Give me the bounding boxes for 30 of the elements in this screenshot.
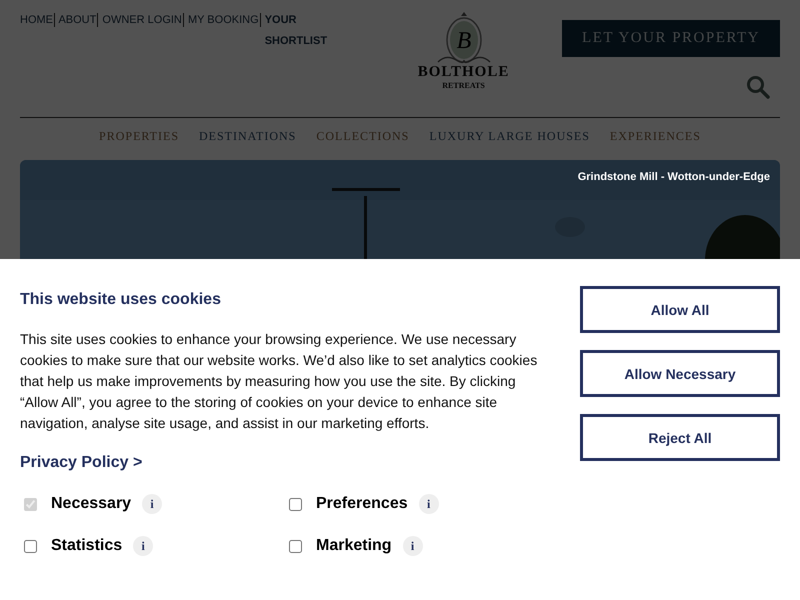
main-nav-link[interactable]: COLLECTIONS — [316, 129, 410, 144]
category-checkbox[interactable] — [289, 498, 302, 510]
category-checkbox[interactable] — [289, 540, 302, 552]
top-nav-link[interactable]: ABOUT — [58, 14, 96, 26]
top-nav-link[interactable]: MY BOOKING — [188, 14, 259, 26]
cookie-text: This site uses cookies to enhance your browsing experience. We use necessary cookies to make sure that our website works. We’d also like to set analytics cookies that help us make improvements by measuring how you use the site. By clicking “Allow All”, you agree to the storing of cookies on your device to enhance site navigation, analyse site usage, and assist in our marketing efforts. — [20, 330, 538, 433]
privacy-policy-link[interactable]: Privacy Policy > — [20, 454, 142, 472]
main-nav-link[interactable]: LUXURY LARGE HOUSES — [429, 129, 590, 144]
consent-button[interactable]: Allow Necessary — [580, 350, 780, 397]
info-icon[interactable]: i — [402, 536, 423, 556]
consent-button[interactable]: Allow All — [580, 286, 780, 333]
main-nav-link[interactable]: PROPERTIES — [99, 129, 180, 144]
category-label: Marketing — [316, 537, 392, 555]
main-nav-link[interactable]: EXPERIENCES — [610, 129, 701, 144]
info-icon[interactable]: i — [133, 536, 154, 556]
logo-name: BOLTHOLE — [418, 64, 510, 81]
top-nav-link[interactable]: YOUR SHORTLIST — [264, 10, 341, 52]
category-checkbox[interactable] — [24, 540, 37, 552]
main-nav-link[interactable]: DESTINATIONS — [199, 129, 296, 144]
hero-caption: Grindstone Mill - Wotton-under-Edge — [578, 171, 770, 183]
top-nav-link[interactable]: HOME — [20, 14, 53, 26]
category-label: Statistics — [51, 537, 122, 555]
category-label: Necessary — [51, 495, 132, 513]
category-label: Preferences — [316, 495, 408, 513]
top-nav-link[interactable]: OWNER LOGIN — [102, 14, 182, 26]
cookie-title: This website uses cookies — [20, 291, 222, 309]
search-icon[interactable] — [746, 75, 770, 99]
logo-tagline: RETREATS — [442, 81, 485, 90]
consent-button[interactable]: Reject All — [580, 414, 780, 461]
info-icon[interactable]: i — [418, 494, 439, 514]
